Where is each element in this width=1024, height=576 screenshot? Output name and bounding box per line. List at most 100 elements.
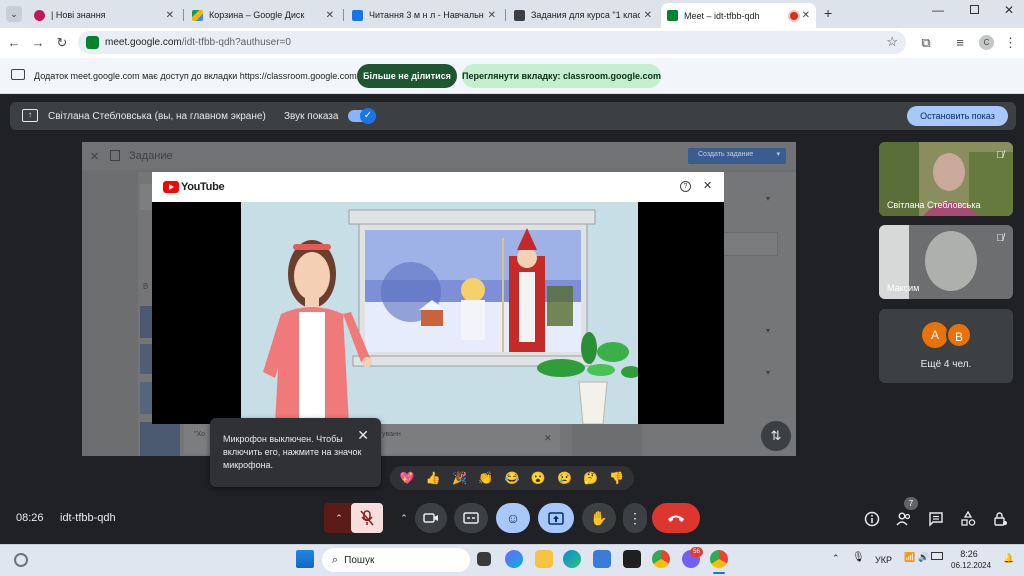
reaction-heart[interactable]: 💖 [400, 471, 415, 485]
minimize-icon[interactable]: — [932, 3, 944, 17]
file-explorer-icon[interactable] [535, 550, 553, 568]
youtube-player-modal: YouTube ? ✕ [152, 172, 724, 424]
clock-time[interactable]: 8:26 [954, 549, 984, 559]
taskbar-search[interactable]: ⌕ Пошук [322, 548, 470, 572]
mic-off-icon: 🎙̸ [996, 150, 1004, 161]
activities-icon[interactable] [960, 510, 976, 527]
close-icon[interactable]: ✕ [166, 10, 174, 21]
avatar: А [922, 322, 948, 348]
close-icon[interactable]: ✕ [488, 10, 496, 21]
youtube-logo-icon [163, 181, 179, 193]
media-controls-icon[interactable]: ≡ [952, 34, 968, 52]
camera-icon [423, 513, 438, 523]
chat-icon[interactable] [928, 511, 944, 527]
tab-novi-znannia[interactable]: | Нові знання ✕ [28, 4, 180, 26]
reaction-thumbs-down[interactable]: 👎 [609, 471, 624, 485]
stop-presenting-button[interactable]: Остановить показ [907, 106, 1008, 126]
video-frame [241, 202, 638, 424]
swap-layout-button[interactable]: ⇅ [761, 421, 791, 451]
site-info-icon[interactable] [86, 36, 99, 49]
restore-icon[interactable] [970, 5, 979, 14]
close-icon[interactable]: ✕ [644, 10, 652, 21]
tab-search-button[interactable]: ⌄ [6, 6, 22, 22]
sharing-message: Додаток meet.google.com має доступ до вк… [34, 71, 357, 81]
new-tab-button[interactable]: + [824, 5, 832, 21]
participant-tile[interactable]: 🎙̸ Максим [879, 225, 1013, 299]
app-icon[interactable] [623, 550, 641, 568]
thumb-2 [140, 344, 152, 374]
task-view-icon[interactable] [477, 552, 491, 566]
tab-meet[interactable]: Meet – idt-tfbb-qdh ✕ [661, 3, 816, 28]
chevron-down-icon: ▾ [776, 151, 780, 158]
copilot-icon[interactable] [505, 550, 523, 568]
bottom-text-1: "Хо [194, 431, 205, 438]
window-close-icon[interactable]: ✕ [1004, 3, 1014, 17]
more-options-button[interactable]: ⋮ [623, 503, 647, 533]
wifi-icon[interactable]: 📶 [904, 552, 915, 563]
back-icon[interactable]: ← [6, 34, 22, 52]
forward-icon[interactable]: → [30, 34, 46, 52]
chrome-icon[interactable] [652, 550, 670, 568]
view-tab-button[interactable]: Переглянути вкладку: classroom.google.co… [462, 64, 661, 88]
weather-icon[interactable] [14, 553, 28, 567]
more-menu-icon[interactable]: ⋮ [1004, 34, 1017, 52]
address-bar[interactable]: meet.google.com/idt-tfbb-qdh?authuser=0 … [78, 31, 906, 54]
reaction-party[interactable]: 🎉 [452, 471, 467, 485]
more-participants-tile[interactable]: А B Ещё 4 чел. [879, 309, 1013, 383]
emoji-reactions-button[interactable]: ☺ [496, 503, 530, 533]
language-indicator[interactable]: УКР [875, 555, 892, 565]
present-now-button[interactable] [538, 503, 574, 533]
presenter-name: Світлана Стебловська (вы, на главном экр… [48, 111, 266, 122]
camera-button[interactable] [415, 503, 447, 533]
close-icon[interactable]: ✕ [802, 10, 810, 21]
presenting-bar: ↑ Світлана Стебловська (вы, на главном э… [10, 102, 1016, 130]
reaction-thinking[interactable]: 🤔 [583, 471, 598, 485]
close-icon[interactable]: ✕ [326, 10, 334, 21]
close-icon[interactable]: ✕ [357, 427, 369, 444]
start-menu-icon[interactable] [296, 550, 314, 568]
thumb-4 [140, 422, 180, 456]
tray-overflow-icon[interactable]: ⌃ [832, 553, 840, 564]
extensions-icon[interactable]: ⧉ [918, 34, 934, 52]
google-meet-icon [667, 10, 678, 21]
captions-button[interactable] [454, 503, 488, 533]
captions-icon [463, 512, 479, 524]
store-icon[interactable] [593, 550, 611, 568]
clock-date[interactable]: 06.12.2024 [951, 561, 991, 570]
reload-icon[interactable]: ↻ [54, 34, 70, 52]
meeting-details-icon[interactable] [864, 511, 880, 527]
reaction-laugh[interactable]: 😂 [505, 471, 520, 485]
tab-google-drive[interactable]: Корзина – Google Диск ✕ [186, 4, 340, 26]
meeting-code: idt-tfbb-qdh [60, 512, 116, 524]
bookmark-star-icon[interactable]: ☆ [886, 34, 898, 50]
audio-options-button[interactable]: ⌃ [324, 503, 354, 533]
people-icon[interactable] [896, 511, 912, 527]
profile-avatar[interactable]: C [979, 35, 994, 50]
microphone-button[interactable] [351, 503, 383, 533]
raise-hand-button[interactable]: ✋ [582, 503, 616, 533]
cartoon-scene [241, 202, 638, 424]
active-app-indicator [713, 572, 725, 574]
mic-in-use-icon[interactable]: 🎙 [852, 552, 865, 563]
reaction-thumbs-up[interactable]: 👍 [426, 471, 441, 485]
sound-toggle[interactable]: ✓ [348, 108, 376, 124]
host-controls-icon[interactable] [992, 511, 1008, 527]
tab-chytannia[interactable]: Читання 3 м н л - Навчальні р ✕ [346, 4, 502, 26]
reaction-surprised[interactable]: 😮 [531, 471, 546, 485]
reaction-clap[interactable]: 👏 [478, 471, 493, 485]
tab-classroom[interactable]: Задания для курса "1 клас ✕ [508, 4, 658, 26]
volume-icon[interactable]: 🔊 [918, 552, 929, 563]
video-options-button[interactable]: ⌃ [392, 503, 416, 533]
present-screen-icon: ↑ [22, 109, 38, 122]
edge-icon[interactable] [563, 550, 581, 568]
reaction-sad[interactable]: 😢 [557, 471, 572, 485]
battery-icon[interactable] [931, 552, 943, 560]
chrome-active-icon[interactable] [710, 550, 728, 568]
stop-sharing-button[interactable]: Більше не ділитися [357, 64, 457, 88]
notifications-icon[interactable]: 🔔 [1003, 553, 1014, 564]
participant-tile[interactable]: 🎙̸ Світлана Стебловська [879, 142, 1013, 216]
tooltip-text: Микрофон выключен. Чтобы включить его, н… [223, 434, 362, 470]
leave-call-button[interactable] [652, 503, 700, 533]
present-screen-icon [548, 511, 564, 525]
check-icon: ✓ [360, 108, 376, 124]
